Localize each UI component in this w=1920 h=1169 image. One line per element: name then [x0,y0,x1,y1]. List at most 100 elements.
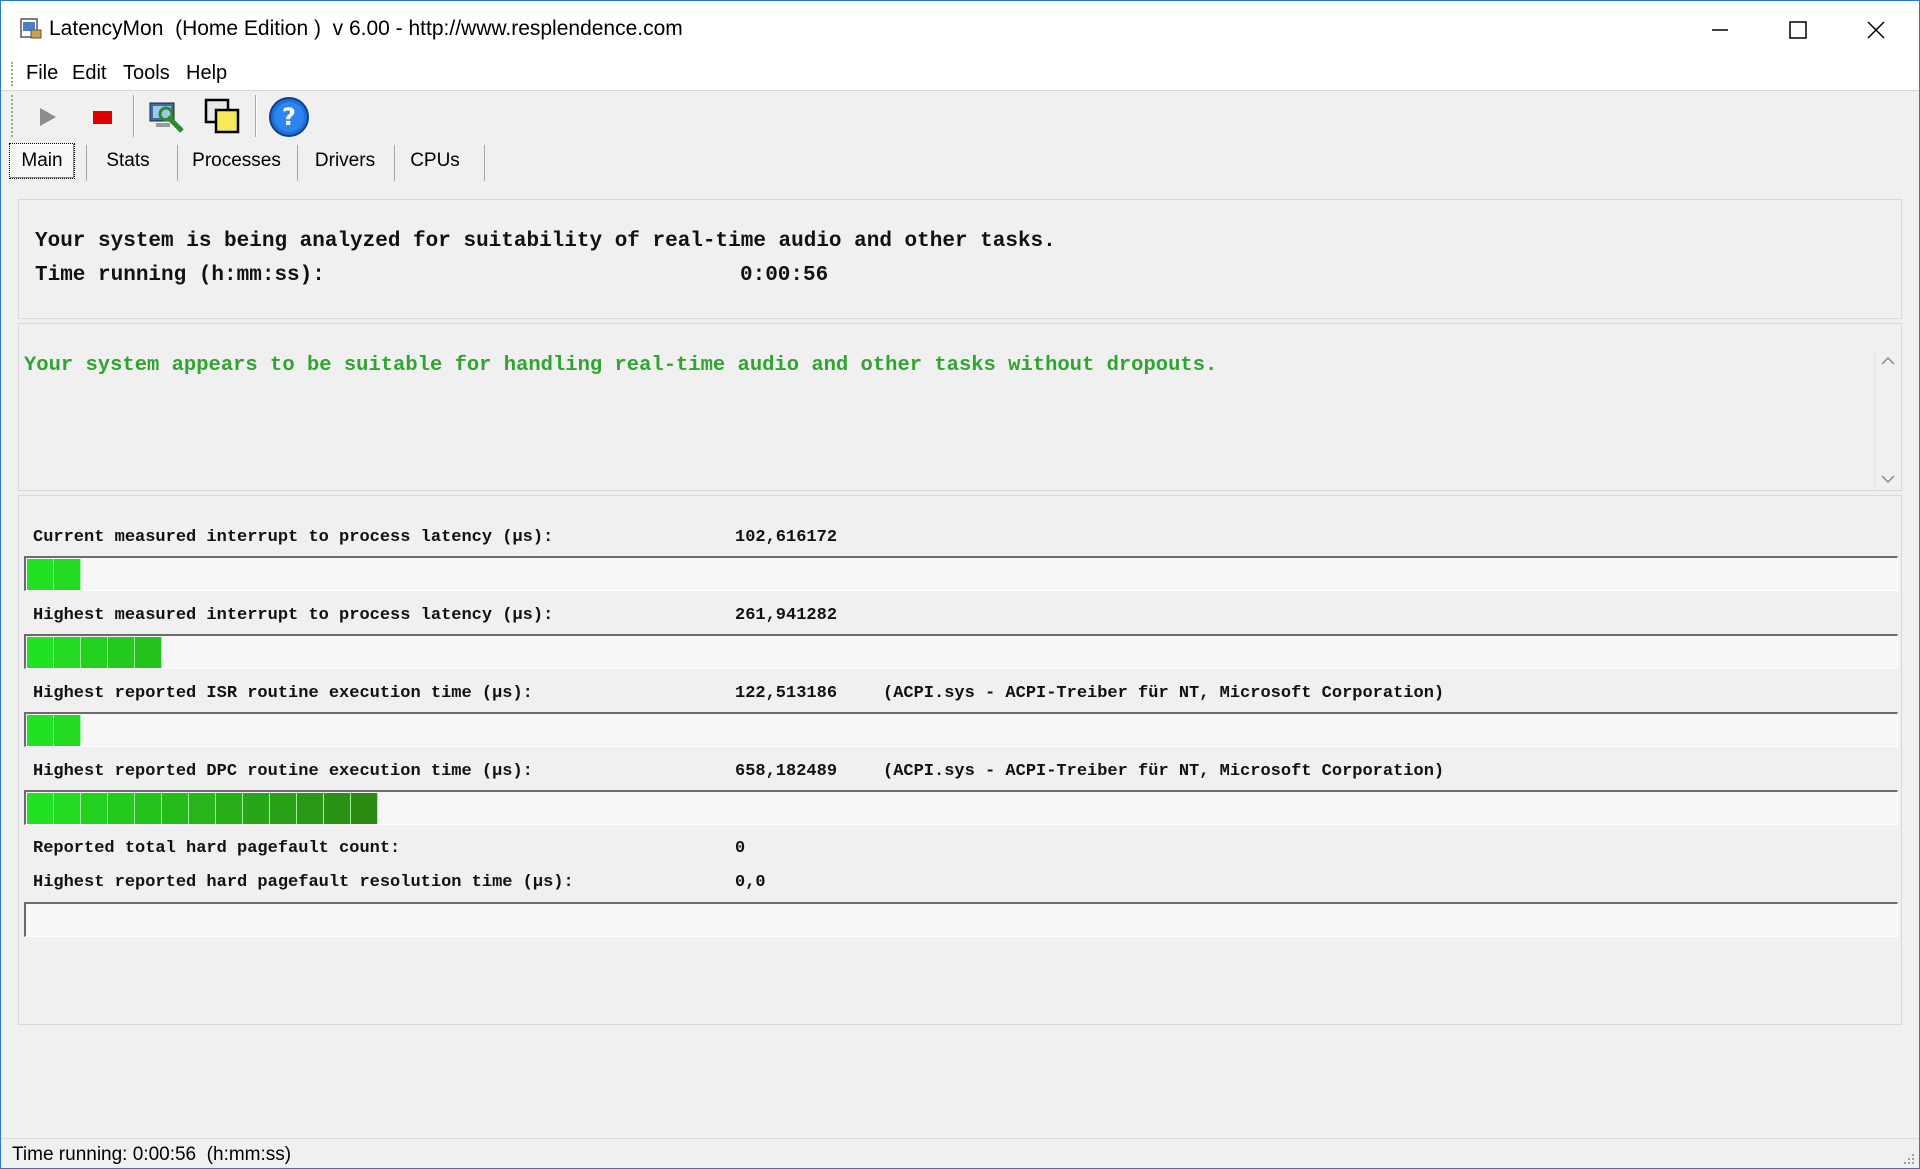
bar-segment [54,715,81,746]
metric-bar [24,556,1898,591]
status-text: Time running: 0:00:56 (h:mm:ss) [12,1144,292,1165]
bar-segment [270,793,297,824]
menu-bar: File Edit Tools Help [1,58,1919,91]
metric-label: Highest measured interrupt to process la… [33,606,554,625]
metric-bar-fill [27,793,378,824]
metric-source: (ACPI.sys - ACPI-Treiber für NT, Microso… [883,762,1445,781]
menu-edit[interactable]: Edit [72,62,106,85]
tab-separator [394,145,395,181]
computer-analyze-icon [149,102,184,133]
resize-grip-icon[interactable] [1901,1151,1915,1165]
close-button[interactable] [1837,1,1915,58]
bar-segment [27,715,54,746]
minimize-button[interactable] [1681,1,1759,58]
latencymon-window: LatencyMon (Home Edition ) v 6.00 - http… [0,0,1920,1169]
metric-label: Current measured interrupt to process la… [33,528,554,547]
bar-segment [108,637,135,668]
title-bar[interactable]: LatencyMon (Home Edition ) v 6.00 - http… [1,1,1919,58]
metric-value: 261,941282 [735,606,838,625]
bar-segment [189,793,216,824]
pagefault-time-value: 0,0 [735,873,766,892]
metric-bar-fill [27,559,81,590]
bar-segment [27,793,54,824]
bar-segment [351,793,378,824]
tab-strip: Main Stats Processes Drivers CPUs [1,143,1919,181]
pagefault-time-label: Highest reported hard pagefault resoluti… [33,873,574,892]
svg-text:?: ? [282,103,296,131]
minimize-icon [1712,28,1728,31]
metric-value: 102,616172 [735,528,838,547]
pagefault-bar [24,902,1898,937]
toolbar-separator [255,95,256,137]
menu-file[interactable]: File [26,62,58,85]
toolbar: ? [1,91,1919,141]
help-icon: ? [269,97,309,137]
bar-segment [81,793,108,824]
metric-bar-fill [27,715,81,746]
metric-label: Highest reported ISR routine execution t… [33,684,533,703]
menu-help[interactable]: Help [186,62,227,85]
tab-main[interactable]: Main [9,143,75,179]
play-icon [40,108,56,126]
pagefault-count-value: 0 [735,839,746,858]
toolbar-separator [133,95,134,137]
close-icon [1867,20,1885,39]
maximize-icon [1789,20,1807,39]
scroll-down-icon[interactable] [1881,474,1895,484]
scroll-up-icon[interactable] [1881,356,1895,366]
bar-segment [243,793,270,824]
stop-button[interactable] [80,95,124,139]
menu-tools[interactable]: Tools [123,62,170,85]
menu-grip [11,62,15,86]
bar-segment [27,637,54,668]
tab-separator [177,145,178,181]
verdict-panel: Your system appears to be suitable for h… [18,323,1902,491]
tab-cpus[interactable]: CPUs [401,143,469,179]
verdict-scrollbar[interactable] [1874,350,1901,490]
app-icon [20,18,42,39]
verdict-text: Your system appears to be suitable for h… [24,354,1218,377]
analyze-button[interactable] [144,95,188,139]
metrics-panel: Current measured interrupt to process la… [18,495,1902,1025]
tab-processes[interactable]: Processes [184,143,289,179]
time-running-value: 0:00:56 [740,264,829,287]
help-button[interactable]: ? [267,95,311,139]
bar-segment [324,793,351,824]
metric-value: 658,182489 [735,762,838,781]
tab-stats[interactable]: Stats [93,143,163,179]
windows-button[interactable] [201,95,245,139]
metric-source: (ACPI.sys - ACPI-Treiber für NT, Microso… [883,684,1445,703]
tab-separator [86,145,87,181]
toolbar-grip [11,95,13,137]
bar-segment [108,793,135,824]
bar-segment [54,637,81,668]
bar-segment [54,559,81,590]
window-stack-icon [204,98,240,134]
status-bar: Time running: 0:00:56 (h:mm:ss) [1,1138,1919,1168]
tab-drivers[interactable]: Drivers [304,143,386,179]
metric-bar [24,712,1898,747]
analysis-panel: Your system is being analyzed for suitab… [18,199,1902,319]
tab-separator [484,145,485,181]
bar-segment [54,793,81,824]
stop-icon [93,111,112,124]
metric-bar [24,790,1898,825]
tab-separator [297,145,298,181]
bar-segment [81,637,108,668]
pagefault-count-label: Reported total hard pagefault count: [33,839,401,858]
time-running-label: Time running (h:mm:ss): [35,264,325,287]
maximize-button[interactable] [1759,1,1837,58]
bar-segment [162,793,189,824]
bar-segment [135,793,162,824]
metric-bar [24,634,1898,669]
metric-label: Highest reported DPC routine execution t… [33,762,533,781]
bar-segment [297,793,324,824]
metric-bar-fill [27,637,162,668]
start-button[interactable] [25,95,69,139]
analysis-text: Your system is being analyzed for suitab… [35,230,1056,253]
bar-segment [27,559,54,590]
window-title: LatencyMon (Home Edition ) v 6.00 - http… [49,17,683,40]
bar-segment [135,637,162,668]
metric-value: 122,513186 [735,684,838,703]
bar-segment [216,793,243,824]
